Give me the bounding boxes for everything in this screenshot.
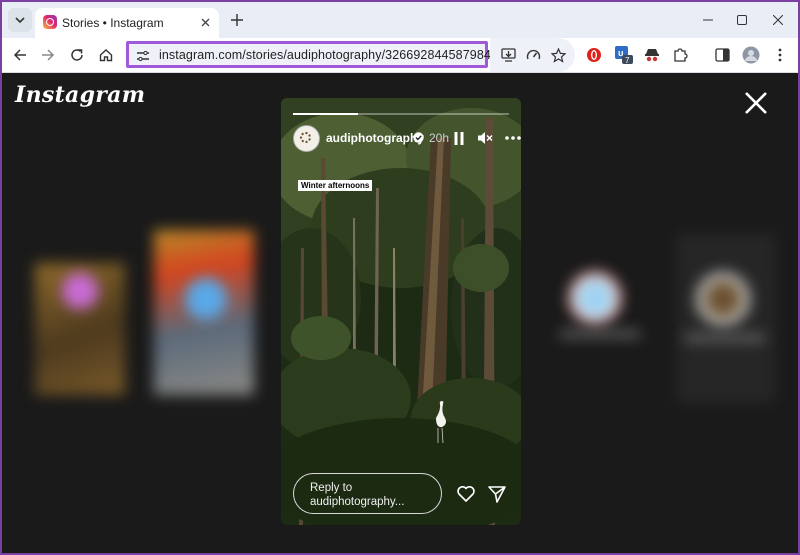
story-username[interactable]: audiphotography bbox=[326, 131, 424, 145]
title-bar: Stories • Instagram bbox=[2, 2, 798, 38]
story-progress-bar bbox=[293, 113, 509, 115]
reload-icon[interactable] bbox=[65, 43, 89, 67]
prev-story-avatar-2 bbox=[185, 278, 227, 320]
extensions-puzzle-icon[interactable] bbox=[670, 45, 690, 65]
menu-dots-icon[interactable] bbox=[770, 45, 790, 65]
maximize-icon[interactable] bbox=[732, 10, 752, 30]
story-timestamp: 20h bbox=[429, 131, 450, 145]
close-viewer-icon[interactable] bbox=[743, 90, 769, 116]
site-settings-icon[interactable] bbox=[135, 48, 151, 64]
tab-search-icon bbox=[15, 17, 25, 24]
url-text: instagram.com/stories/audiphotography/32… bbox=[159, 48, 523, 62]
next-story-avatar-1[interactable] bbox=[568, 271, 622, 325]
send-icon[interactable] bbox=[487, 484, 507, 504]
spy-extension-icon[interactable] bbox=[642, 45, 662, 65]
extension-badge-count: 7 bbox=[625, 56, 630, 65]
bookmark-star-icon[interactable] bbox=[548, 45, 568, 65]
next-story-label-2 bbox=[685, 335, 765, 341]
address-bar[interactable]: instagram.com/stories/audiphotography/32… bbox=[126, 41, 523, 68]
next-story-label-1 bbox=[560, 331, 640, 337]
reply-placeholder: Reply to audiphotography... bbox=[310, 482, 405, 508]
side-panel-icon[interactable] bbox=[712, 45, 732, 65]
address-bar-actions bbox=[490, 38, 575, 72]
mute-icon[interactable] bbox=[476, 129, 494, 147]
back-icon[interactable] bbox=[8, 43, 32, 67]
reply-input[interactable]: Reply to audiphotography... bbox=[293, 473, 442, 514]
next-story-avatar-2 bbox=[695, 271, 751, 327]
close-tab-icon[interactable] bbox=[197, 14, 213, 30]
install-app-icon[interactable] bbox=[498, 45, 518, 65]
story-text-sticker: Winter afternoons bbox=[298, 180, 373, 191]
instagram-logo[interactable]: Instagram bbox=[15, 82, 145, 108]
tab-search-button[interactable] bbox=[8, 8, 32, 32]
minimize-icon[interactable] bbox=[698, 10, 718, 30]
close-window-icon[interactable] bbox=[768, 10, 788, 30]
story-progress-fill bbox=[293, 113, 358, 115]
stories-viewer: Instagram audiphotography 20h Winter aft… bbox=[2, 73, 798, 553]
verified-icon bbox=[413, 132, 424, 143]
forward-icon[interactable] bbox=[36, 43, 60, 67]
pause-icon[interactable] bbox=[450, 129, 468, 147]
profile-avatar[interactable] bbox=[741, 45, 761, 65]
prev-story-avatar-1 bbox=[62, 273, 98, 309]
badge-extension-icon[interactable]: u7 bbox=[614, 45, 634, 65]
home-icon[interactable] bbox=[94, 43, 118, 67]
performance-icon[interactable] bbox=[523, 45, 543, 65]
story-author-avatar[interactable] bbox=[293, 125, 320, 152]
active-story[interactable]: audiphotography 20h Winter afternoons Re… bbox=[281, 98, 521, 525]
active-tab[interactable]: Stories • Instagram bbox=[35, 8, 219, 38]
more-options-icon[interactable] bbox=[504, 129, 521, 147]
browser-window: Stories • Instagram instagram.com/storie… bbox=[2, 2, 798, 553]
heart-icon[interactable] bbox=[456, 484, 476, 504]
new-tab-icon[interactable] bbox=[228, 11, 246, 29]
browser-toolbar: instagram.com/stories/audiphotography/32… bbox=[2, 38, 798, 73]
story-forest-image bbox=[281, 98, 521, 525]
tab-title: Stories • Instagram bbox=[62, 16, 164, 30]
opera-extension-icon[interactable] bbox=[584, 45, 604, 65]
instagram-favicon bbox=[43, 15, 57, 29]
